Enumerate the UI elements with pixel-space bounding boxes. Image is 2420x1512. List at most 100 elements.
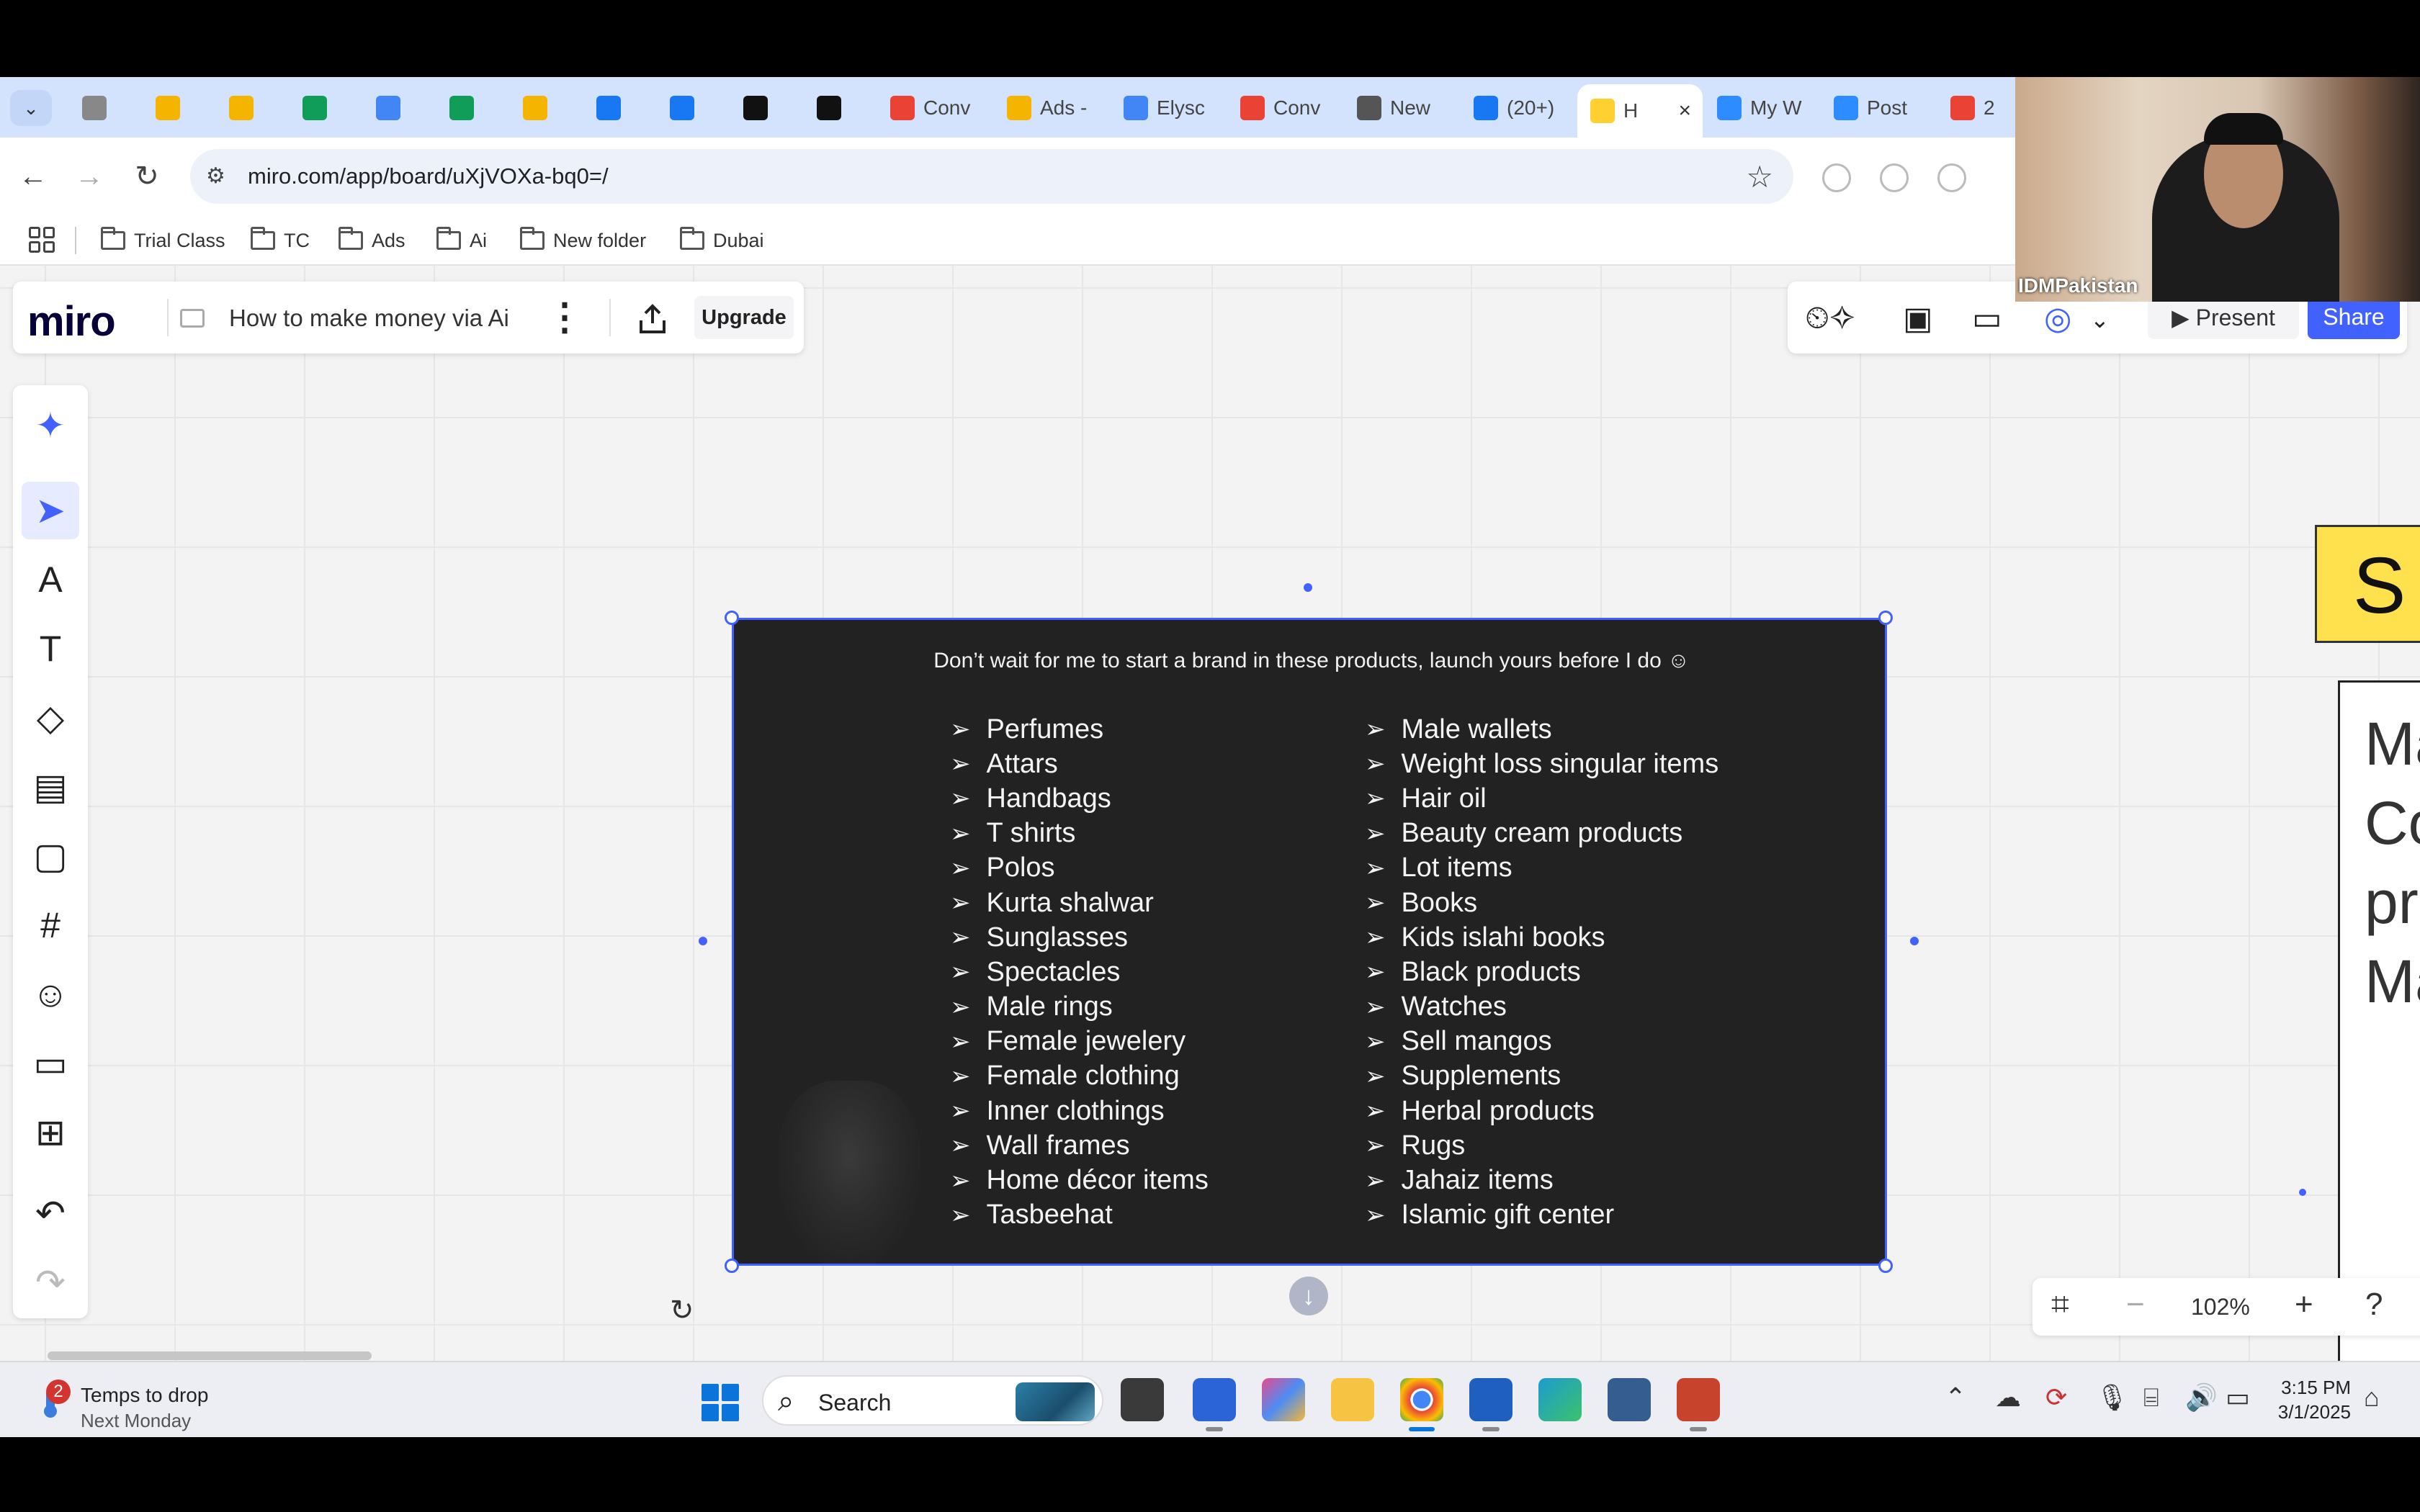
upgrade-button[interactable]: Upgrade xyxy=(694,296,794,339)
forward-icon[interactable]: → xyxy=(69,156,109,197)
browser-tab[interactable]: (20+) xyxy=(1461,84,1576,132)
browser-tab[interactable] xyxy=(290,84,362,132)
browser-tab[interactable] xyxy=(69,84,141,132)
browser-tab[interactable] xyxy=(510,84,582,132)
bookmark-star-icon[interactable]: ☆ xyxy=(1746,159,1773,194)
zoom-in-icon[interactable]: + xyxy=(2295,1287,2313,1323)
windows-start-icon[interactable] xyxy=(702,1384,739,1421)
extension-camera-icon[interactable] xyxy=(1880,163,1909,192)
onedrive-icon[interactable]: ☁ xyxy=(1995,1382,2021,1413)
board-title[interactable]: How to make money via Ai xyxy=(229,305,509,332)
browser-tab[interactable] xyxy=(363,84,435,132)
microphone-icon[interactable]: 🎙 xyxy=(2096,1382,2129,1413)
file-explorer-icon[interactable] xyxy=(1331,1378,1374,1421)
sticky-note[interactable]: S xyxy=(2315,525,2420,643)
board-menu-icon[interactable]: ⋮ xyxy=(546,296,583,339)
browser-tab[interactable] xyxy=(657,84,729,132)
battery-icon[interactable]: ▭ xyxy=(2226,1382,2250,1413)
connector-dot[interactable] xyxy=(1304,583,1312,592)
connector-dot[interactable] xyxy=(699,937,707,945)
apps-grid-icon[interactable] xyxy=(29,227,55,253)
show-hidden-icons-icon[interactable]: ⌃ xyxy=(1945,1382,1966,1413)
bookmark-folder[interactable]: Ai xyxy=(436,225,487,256)
slide-image[interactable]: Don’t wait for me to start a brand in th… xyxy=(732,618,1887,1266)
miro-board-canvas[interactable]: miro How to make money via Ai ⋮ Upgrade … xyxy=(0,266,2420,1361)
horizontal-scrollbar[interactable] xyxy=(48,1351,372,1360)
address-bar[interactable]: ⚙ miro.com/app/board/uXjVOXa-bq0=/ ☆ xyxy=(190,149,1793,204)
browser-tab[interactable]: Post xyxy=(1821,84,1936,132)
redo-icon[interactable]: ↷ xyxy=(22,1254,79,1311)
browser-tab[interactable]: Elysc xyxy=(1111,84,1226,132)
help-icon[interactable]: ? xyxy=(2365,1287,2383,1323)
bookmark-folder[interactable]: New folder xyxy=(520,225,646,256)
browser-tab[interactable] xyxy=(583,84,655,132)
resize-handle[interactable] xyxy=(725,611,739,625)
emoji-tool-icon[interactable]: ☺ xyxy=(22,966,79,1023)
bookmark-folder[interactable]: Trial Class xyxy=(101,225,225,256)
extension-link-icon[interactable] xyxy=(1937,163,1966,192)
url-text[interactable]: miro.com/app/board/uXjVOXa-bq0=/ xyxy=(248,163,609,189)
bookmark-folder[interactable]: Ads xyxy=(339,225,405,256)
notepad-icon[interactable] xyxy=(1469,1378,1512,1431)
undo-icon[interactable]: ↶ xyxy=(22,1184,79,1242)
reactions-icon[interactable]: ⏲✧ xyxy=(1805,300,1855,336)
resize-handle[interactable] xyxy=(725,1259,739,1273)
browser-tab[interactable] xyxy=(804,84,876,132)
reload-icon[interactable]: ↻ xyxy=(127,156,167,197)
browser-tab[interactable] xyxy=(436,84,508,132)
chrome-icon[interactable] xyxy=(1400,1378,1443,1431)
connector-dot[interactable] xyxy=(2299,1189,2306,1196)
browser-tab[interactable] xyxy=(143,84,215,132)
resize-handle[interactable] xyxy=(1878,611,1893,625)
browser-tab[interactable] xyxy=(730,84,802,132)
templates-tool-icon[interactable]: ▤ xyxy=(22,758,79,816)
volume-icon[interactable]: 🔊 xyxy=(2185,1382,2218,1413)
select-tool-icon[interactable]: ➤ xyxy=(22,482,79,539)
bookmark-folder[interactable]: Dubai xyxy=(680,225,764,256)
text-card[interactable]: Ma Co pr Ma xyxy=(2338,680,2420,1361)
close-tab-icon[interactable]: × xyxy=(1678,99,1691,123)
zoom-level[interactable]: 102% xyxy=(2191,1294,2250,1320)
zoom-app-icon[interactable] xyxy=(1193,1378,1236,1431)
bookmark-folder[interactable]: TC xyxy=(251,225,310,256)
browser-tab[interactable]: Conv xyxy=(1227,84,1343,132)
export-icon[interactable] xyxy=(634,300,671,338)
task-view-icon[interactable] xyxy=(1121,1378,1164,1421)
browser-tab[interactable]: New xyxy=(1344,84,1459,132)
sticky-note-tool-icon[interactable]: ▢ xyxy=(22,827,79,885)
browser-tab[interactable]: H × xyxy=(1577,84,1703,138)
download-arrow-icon[interactable]: ↓ xyxy=(1289,1277,1328,1315)
browser-tab[interactable] xyxy=(216,84,288,132)
notifications-icon[interactable]: ⌂ xyxy=(2364,1382,2380,1413)
resize-handle[interactable] xyxy=(1878,1259,1893,1273)
present-button[interactable]: ▶ Present xyxy=(2148,296,2299,339)
browser-tab[interactable]: Ads - xyxy=(994,84,1109,132)
powerpoint-icon[interactable] xyxy=(1677,1378,1720,1431)
copilot-icon[interactable] xyxy=(1262,1378,1305,1421)
extension-globe-icon[interactable] xyxy=(1822,163,1851,192)
rotate-handle-icon[interactable]: ↻ xyxy=(670,1294,694,1327)
activity-icon[interactable]: ▣ xyxy=(1903,300,1933,337)
miro-logo[interactable]: miro xyxy=(27,297,116,346)
browser-tab[interactable]: My W xyxy=(1704,84,1819,132)
zoom-out-icon[interactable]: − xyxy=(2126,1287,2145,1323)
network-icon[interactable]: ⌸ xyxy=(2143,1382,2159,1413)
edge-icon[interactable] xyxy=(1538,1378,1582,1421)
collaborators-avatar[interactable]: ◎ xyxy=(2044,300,2071,337)
system-clock[interactable]: 3:15 PM 3/1/2025 xyxy=(2267,1375,2351,1424)
back-icon[interactable]: ← xyxy=(13,156,53,197)
fit-frame-icon[interactable]: ⌗ xyxy=(2051,1287,2069,1323)
site-info-icon[interactable]: ⚙ xyxy=(206,163,232,189)
comment-tool-icon[interactable]: ▭ xyxy=(22,1035,79,1092)
more-apps-icon[interactable]: ⊞ xyxy=(22,1104,79,1161)
chevron-down-icon[interactable]: ⌄ xyxy=(2090,306,2110,333)
ai-sparkle-icon[interactable]: ✦ xyxy=(22,397,79,454)
calculator-icon[interactable] xyxy=(1608,1378,1651,1421)
video-call-icon[interactable]: ▭ xyxy=(1972,300,2002,337)
pen-tool-icon[interactable]: A xyxy=(22,551,79,608)
text-tool-icon[interactable]: T xyxy=(22,620,79,678)
frame-tool-icon[interactable]: # xyxy=(22,896,79,954)
taskbar-search[interactable]: ⌕ Search xyxy=(762,1375,1103,1426)
browser-tab[interactable]: Conv xyxy=(877,84,992,132)
connector-dot[interactable] xyxy=(1910,937,1919,945)
